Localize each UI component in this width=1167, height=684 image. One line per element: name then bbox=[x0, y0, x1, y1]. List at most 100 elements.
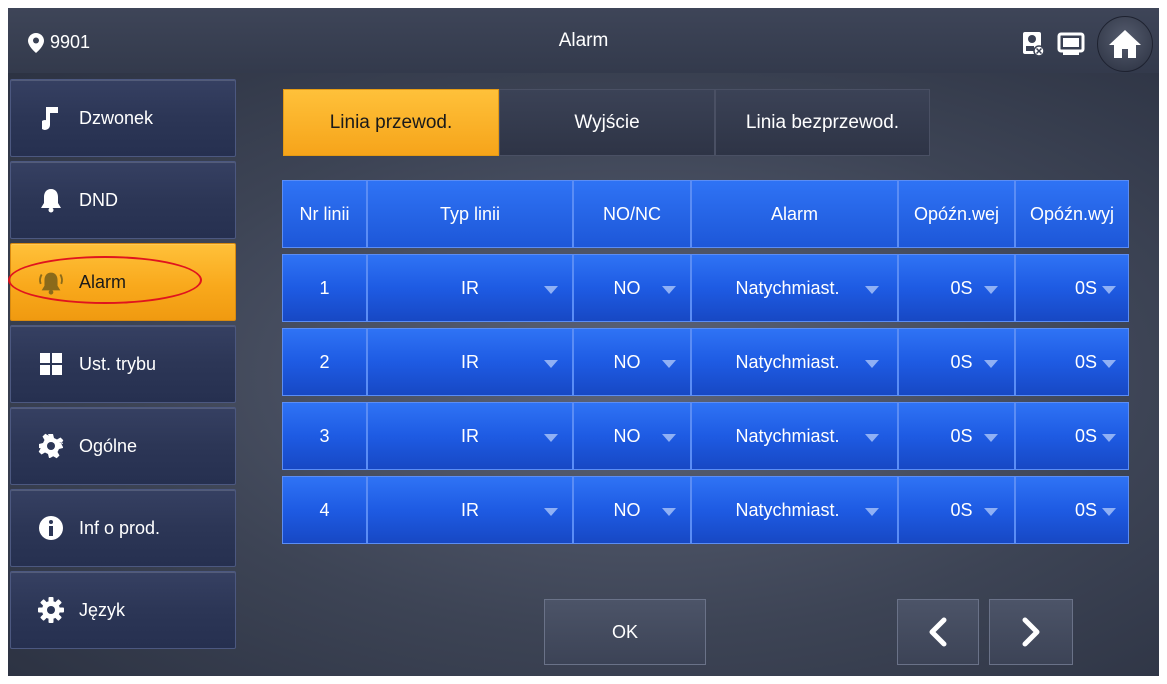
select-value: IR bbox=[461, 499, 479, 520]
select-value: IR bbox=[461, 425, 479, 446]
entry-delay-select[interactable]: 0S bbox=[898, 254, 1015, 322]
previous-page-button[interactable] bbox=[897, 599, 979, 665]
sidebar-item-label: Ust. trybu bbox=[79, 353, 157, 374]
tab-label: Linia bezprzewod. bbox=[745, 111, 900, 133]
sidebar-item-inf-o-prod[interactable]: Inf o prod. bbox=[10, 489, 236, 567]
exit-delay-select[interactable]: 0S bbox=[1015, 402, 1129, 470]
alarm-mode-select[interactable]: Natychmiast. bbox=[691, 402, 898, 470]
chevron-right-icon bbox=[1022, 617, 1040, 647]
chevron-down-icon bbox=[662, 508, 676, 516]
chevron-down-icon bbox=[544, 508, 558, 516]
no-nc-select[interactable]: NO bbox=[573, 476, 691, 544]
tab-label: Wyjście bbox=[574, 111, 640, 133]
table-header-cell: Nr linii bbox=[282, 180, 367, 248]
chevron-down-icon bbox=[544, 434, 558, 442]
alarm-settings-screen: 9901 Alarm Dzwonek DND Alarm Ust. trybu … bbox=[8, 8, 1159, 676]
home-button[interactable] bbox=[1097, 16, 1153, 72]
ok-button[interactable]: OK bbox=[544, 599, 706, 665]
line-type-select[interactable]: IR bbox=[367, 476, 573, 544]
header-label: NO/NC bbox=[603, 203, 661, 224]
chevron-down-icon bbox=[1102, 360, 1116, 368]
select-value: NO bbox=[613, 499, 641, 520]
page-title: Alarm bbox=[558, 30, 609, 51]
table-header-cell: Alarm bbox=[691, 180, 898, 248]
chevron-down-icon bbox=[865, 508, 879, 516]
alarm-mode-select[interactable]: Natychmiast. bbox=[691, 254, 898, 322]
chevron-left-icon bbox=[929, 617, 947, 647]
exit-delay-select[interactable]: 0S bbox=[1015, 254, 1129, 322]
chevron-down-icon bbox=[1102, 434, 1116, 442]
select-value: Natychmiast. bbox=[735, 425, 840, 446]
no-nc-select[interactable]: NO bbox=[573, 254, 691, 322]
entry-delay-select[interactable]: 0S bbox=[898, 402, 1015, 470]
no-nc-select[interactable]: NO bbox=[573, 402, 691, 470]
select-value: Natychmiast. bbox=[735, 499, 840, 520]
sidebar-item-jezyk[interactable]: Język bbox=[10, 571, 236, 649]
chevron-down-icon bbox=[984, 286, 998, 294]
header-label: Alarm bbox=[770, 203, 818, 224]
top-bar: 9901 Alarm bbox=[8, 8, 1159, 73]
table-header-cell: Typ linii bbox=[367, 180, 573, 248]
entry-delay-select[interactable]: 0S bbox=[898, 328, 1015, 396]
line-type-select[interactable]: IR bbox=[367, 328, 573, 396]
tab-linia-przewod[interactable]: Linia przewod. bbox=[283, 89, 499, 156]
chevron-down-icon bbox=[662, 286, 676, 294]
line-type-select[interactable]: IR bbox=[367, 402, 573, 470]
select-value: 0S bbox=[1074, 351, 1098, 372]
ok-button-label: OK bbox=[611, 621, 638, 642]
chevron-down-icon bbox=[544, 360, 558, 368]
tab-linia-bezprzewod[interactable]: Linia bezprzewod. bbox=[715, 89, 930, 156]
header-label: Opóźn.wyj bbox=[1029, 203, 1115, 224]
select-value: 0S bbox=[1074, 425, 1098, 446]
select-value: NO bbox=[613, 425, 641, 446]
select-value: NO bbox=[613, 277, 641, 298]
status-icons bbox=[1021, 16, 1153, 72]
chevron-down-icon bbox=[1102, 508, 1116, 516]
entry-delay-select[interactable]: 0S bbox=[898, 476, 1015, 544]
select-value: NO bbox=[613, 351, 641, 372]
select-value: 0S bbox=[950, 277, 973, 298]
gear-icon bbox=[37, 432, 65, 460]
music-note-icon bbox=[37, 104, 65, 132]
chevron-down-icon bbox=[865, 434, 879, 442]
line-number: 3 bbox=[319, 425, 330, 446]
line-number: 1 bbox=[319, 277, 330, 298]
table-header-cell: Opóźn.wyj bbox=[1015, 180, 1129, 248]
select-value: Natychmiast. bbox=[735, 351, 840, 372]
sidebar-item-ust-trybu[interactable]: Ust. trybu bbox=[10, 325, 236, 403]
exit-delay-select[interactable]: 0S bbox=[1015, 476, 1129, 544]
sidebar-item-dzwonek[interactable]: Dzwonek bbox=[10, 79, 236, 157]
line-number-cell: 1 bbox=[282, 254, 367, 322]
line-type-select[interactable]: IR bbox=[367, 254, 573, 322]
header-label: Nr linii bbox=[299, 203, 350, 224]
select-value: IR bbox=[461, 351, 479, 372]
sidebar-item-label: DND bbox=[79, 189, 118, 210]
sidebar-item-ogolne[interactable]: Ogólne bbox=[10, 407, 236, 485]
line-number: 2 bbox=[319, 351, 330, 372]
select-value: 0S bbox=[950, 499, 973, 520]
alarm-mode-select[interactable]: Natychmiast. bbox=[691, 476, 898, 544]
sidebar-item-label: Inf o prod. bbox=[79, 517, 161, 538]
next-page-button[interactable] bbox=[989, 599, 1073, 665]
info-icon bbox=[37, 514, 65, 542]
monitor-icon bbox=[1057, 32, 1085, 55]
line-number-cell: 4 bbox=[282, 476, 367, 544]
grid-icon bbox=[37, 350, 65, 378]
chevron-down-icon bbox=[544, 286, 558, 294]
no-nc-select[interactable]: NO bbox=[573, 328, 691, 396]
table-header-cell: NO/NC bbox=[573, 180, 691, 248]
line-number-cell: 2 bbox=[282, 328, 367, 396]
alarm-mode-select[interactable]: Natychmiast. bbox=[691, 328, 898, 396]
chevron-down-icon bbox=[984, 434, 998, 442]
line-number-cell: 3 bbox=[282, 402, 367, 470]
sd-card-error-icon bbox=[1023, 32, 1045, 57]
header-label: Opóźn.wej bbox=[913, 203, 1000, 224]
exit-delay-select[interactable]: 0S bbox=[1015, 328, 1129, 396]
sidebar-item-label: Ogólne bbox=[79, 435, 138, 456]
sidebar-item-dnd[interactable]: DND bbox=[10, 161, 236, 239]
tab-wyjscie[interactable]: Wyjście bbox=[499, 89, 715, 156]
chevron-down-icon bbox=[662, 360, 676, 368]
chevron-down-icon bbox=[984, 360, 998, 368]
select-value: IR bbox=[461, 277, 479, 298]
chevron-down-icon bbox=[662, 434, 676, 442]
